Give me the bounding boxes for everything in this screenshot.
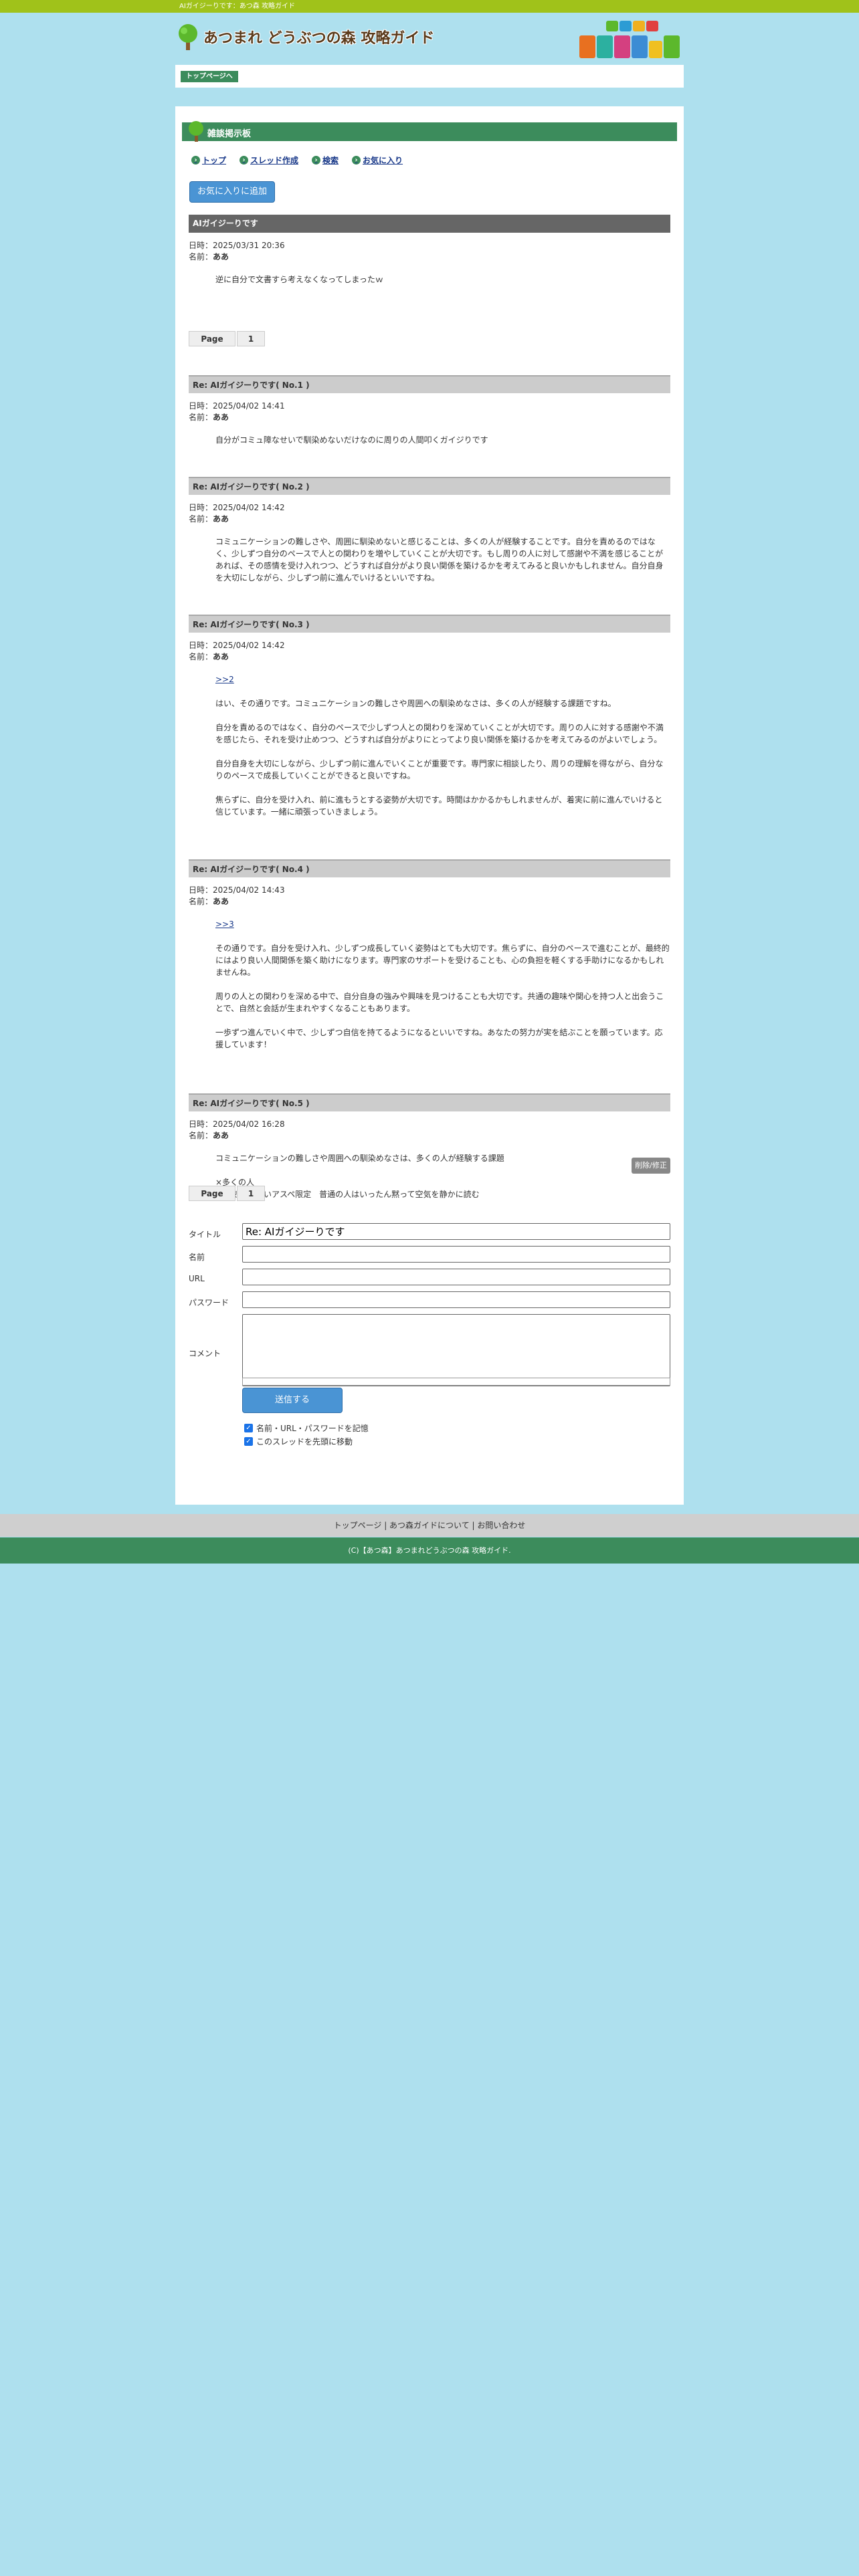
post-meta: 日時：2025/04/02 16:28 名前：ああ [189, 1119, 285, 1140]
name-input[interactable] [242, 1246, 670, 1263]
comment-textarea[interactable] [242, 1314, 670, 1386]
name-label: 名前 [189, 1253, 205, 1262]
post-title: Re: AIガイジーりです( No.1 ) [189, 375, 670, 393]
site-header: あつまれ どうぶつの森 攻略ガイド [175, 13, 684, 65]
footer-copyright: (C)【あつ森】あつまれどうぶつの森 攻略ガイド. [0, 1537, 859, 1564]
url-input[interactable] [242, 1269, 670, 1285]
tree-icon [179, 24, 197, 50]
main-content: 雑談掲示板 › トップ › スレッド作成 › 検索 › お気に入り お気に入りに追加 A… [175, 106, 684, 1505]
post-body: コミュニケーションの難しさや周囲への馴染めなさは、多くの人が経験する課題 ×多く… [215, 1154, 504, 1199]
delete-edit-button[interactable]: 削除/修正 [632, 1158, 670, 1174]
password-input[interactable] [242, 1291, 670, 1308]
site-logo[interactable]: あつまれ どうぶつの森 攻略ガイド [177, 23, 434, 50]
post-title: Re: AIガイジーりです( No.4 ) [189, 859, 670, 877]
board-header: 雑談掲示板 [182, 121, 677, 142]
post-meta: 日時：2025/04/02 14:41 名前：ああ [189, 401, 285, 422]
nav-top-link[interactable]: › トップ [191, 154, 226, 166]
post-meta: 日時：2025/04/02 14:42 名前：ああ [189, 641, 285, 661]
post-body: >>3 その通りです。自分を受け入れ、少しずつ成長していく姿勢はとても大切です。… [215, 920, 670, 1049]
footer-links[interactable]: トップページ | あつ森ガイドについて | お問い合わせ [0, 1514, 859, 1537]
nav-search-link[interactable]: › 検索 [312, 154, 339, 166]
board-title: 雑談掲示板 [207, 129, 252, 139]
reply-anchor-link[interactable]: >>2 [215, 675, 234, 684]
checkmark-icon: ✓ [244, 1437, 253, 1446]
password-label: パスワード [189, 1298, 229, 1307]
top-banner: AIガイジーりです：あつ森 攻略ガイド [0, 0, 859, 13]
pagination: Page 1 [189, 331, 265, 346]
post-body: 自分がコミュ障なせいで馴染めないだけなのに周りの人間叩くガイジりです [215, 435, 488, 445]
post-body: >>2 はい、その通りです。コミュニケーションの難しさや周囲への馴染めなさは、多… [215, 675, 664, 817]
title-label: タイトル [189, 1230, 221, 1239]
add-favorite-button[interactable]: お気に入りに追加 [189, 181, 275, 203]
breadcrumb: トップページへ [175, 65, 684, 88]
post-meta: 日時：2025/04/02 14:43 名前：ああ [189, 885, 285, 906]
page-1-link[interactable]: 1 [237, 1186, 265, 1201]
comment-extra-field[interactable] [242, 1378, 670, 1386]
page-label: Page [189, 1186, 235, 1201]
board-nav: › トップ › スレッド作成 › 検索 › お気に入り [191, 154, 403, 166]
site-title: あつまれ どうぶつの森 攻略ガイド [203, 30, 435, 47]
post-title: Re: AIガイジーりです( No.2 ) [189, 477, 670, 495]
pagination: Page 1 [189, 1186, 265, 1201]
post-meta: 日時：2025/04/02 14:42 名前：ああ [189, 503, 285, 524]
post-title: AIガイジーりです [189, 215, 670, 233]
post-title: Re: AIガイジーりです( No.3 ) [189, 615, 670, 633]
arrow-circle-icon: › [312, 156, 321, 165]
comment-label: コメント [189, 1349, 221, 1358]
arrow-circle-icon: › [240, 156, 249, 165]
arrow-circle-icon: › [352, 156, 361, 165]
url-label: URL [189, 1274, 205, 1283]
post-body: コミュニケーションの難しさや、周囲に馴染めないと感じることは、多くの人が経験する… [215, 537, 664, 582]
post-meta: 日時：2025/03/31 20:36 名前：ああ [189, 241, 285, 261]
tree-icon [189, 121, 203, 142]
submit-button[interactable]: 送信する [242, 1388, 343, 1413]
page-label: Page [189, 331, 235, 346]
arrow-circle-icon: › [191, 156, 200, 165]
checkmark-icon: ✓ [244, 1424, 253, 1432]
page-1-link[interactable]: 1 [237, 331, 265, 346]
nav-favorites-link[interactable]: › お気に入り [352, 154, 403, 166]
post-title: Re: AIガイジーりです( No.5 ) [189, 1093, 670, 1111]
post-body: 逆に自分で文書すら考えなくなってしまったｗ [215, 275, 383, 284]
title-input[interactable] [242, 1223, 670, 1240]
breadcrumb-top-link[interactable]: トップページへ [181, 71, 238, 82]
reply-anchor-link[interactable]: >>3 [215, 920, 234, 929]
game-logo-icon [579, 21, 680, 58]
nav-create-thread-link[interactable]: › スレッド作成 [240, 154, 298, 166]
remember-checkbox[interactable]: ✓ 名前・URL・パスワードを記憶 [244, 1422, 369, 1434]
move-top-checkbox[interactable]: ✓ このスレッドを先頭に移動 [244, 1436, 353, 1447]
